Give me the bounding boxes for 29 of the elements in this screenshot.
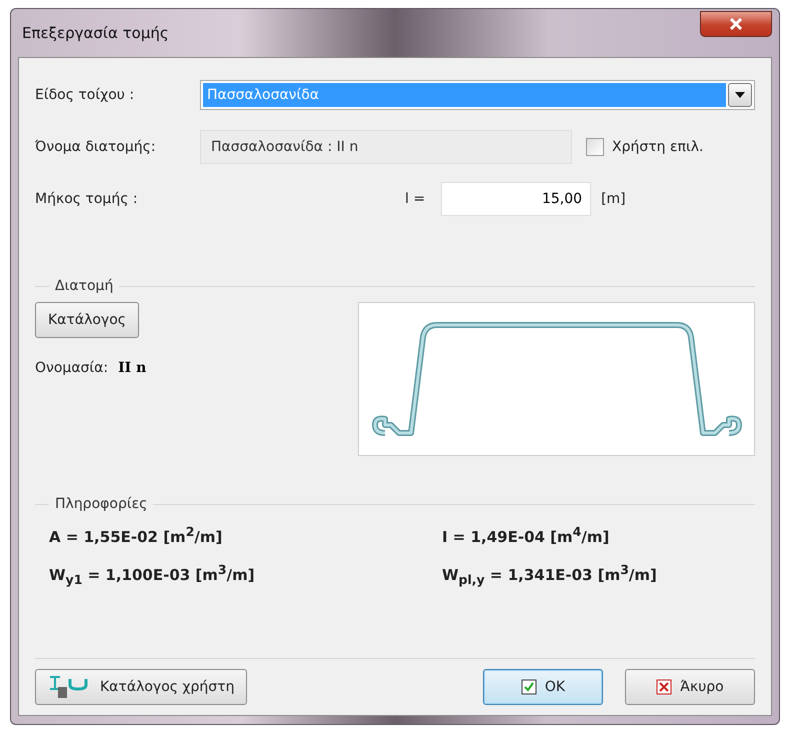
property-value: A = 1,55E-02 [m$^{2}$/m] [49, 524, 224, 546]
length-symbol: l = [405, 191, 426, 207]
close-icon [730, 18, 742, 30]
property-value: I = 1,49E-04 [m$^{4}$/m] [441, 524, 610, 546]
checkmark-icon [520, 679, 537, 695]
ok-button[interactable]: OK [483, 669, 603, 705]
checkbox-label: Χρήστη επιλ. [612, 139, 704, 155]
unit-label: [m] [601, 191, 626, 207]
dropdown-value: Πασσαλοσανίδα [203, 83, 726, 107]
cross-icon [656, 679, 672, 695]
field-label: Όνομα διατομής: [35, 139, 157, 155]
length-input[interactable]: 15,00 [441, 182, 592, 216]
group-heading: Πληροφορίες [54, 496, 148, 512]
user-choice-checkbox[interactable] [586, 138, 604, 156]
section-name-field: Πασσαλοσανίδα : II n [200, 130, 572, 164]
cancel-button[interactable]: Άκυρο [625, 669, 755, 705]
designation-label: Ονομασία: [35, 360, 108, 376]
user-catalog-button[interactable]: Κατάλογος χρήστη [35, 669, 248, 705]
group-heading: Διατομή [54, 278, 114, 294]
property-value: W$_{y1}$ = 1,100E-03 [m$^{3}$/m] [49, 562, 256, 587]
catalog-button[interactable]: Κατάλογος [35, 302, 139, 338]
field-label: Μήκος τομής : [35, 191, 139, 207]
designation-value: II n [118, 360, 146, 376]
property-value: W$_{pl,y}$ = 1,341E-03 [m$^{3}$/m] [441, 562, 658, 587]
close-button[interactable] [700, 11, 772, 37]
field-label: Είδος τοίχου : [35, 87, 136, 103]
window-title: Επεξεργασία τομής [21, 24, 169, 42]
dropdown-arrow-button[interactable] [728, 83, 752, 107]
caret-icon [735, 92, 745, 98]
